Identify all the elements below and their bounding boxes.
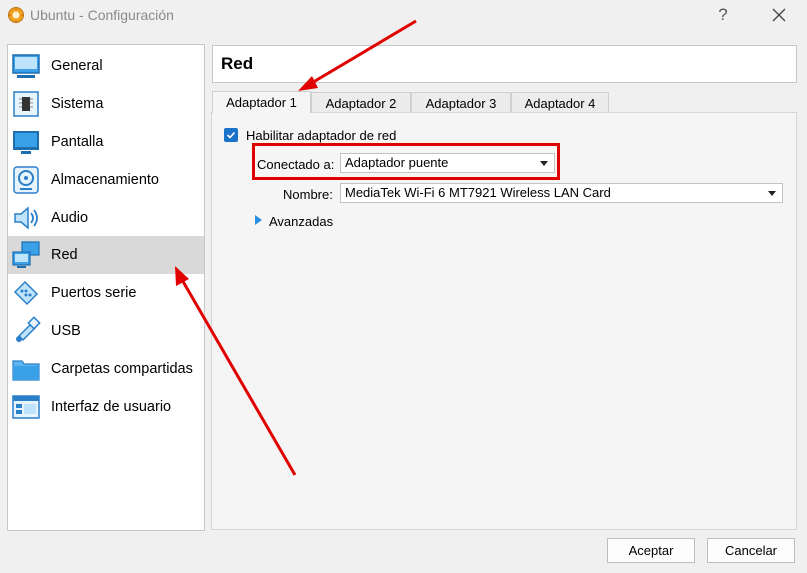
window-title: Ubuntu - Configuración: [30, 7, 174, 23]
sidebar-item-user-interface[interactable]: Interfaz de usuario: [8, 388, 204, 426]
sidebar-item-network[interactable]: Red: [8, 236, 204, 274]
sidebar-item-label: General: [51, 58, 103, 74]
cancel-button[interactable]: Cancelar: [707, 538, 795, 563]
sidebar-item-label: Red: [51, 247, 78, 263]
sidebar-item-audio[interactable]: Audio: [8, 199, 204, 237]
monitor-icon: [12, 54, 40, 78]
tab-adapter-1[interactable]: Adaptador 1: [212, 91, 311, 113]
folder-icon: [12, 360, 40, 381]
close-icon[interactable]: [767, 4, 791, 26]
tab-adapter-2[interactable]: Adaptador 2: [311, 92, 411, 113]
connected-to-label: Conectado a:: [257, 157, 335, 172]
enable-adapter-label: Habilitar adaptador de red: [246, 128, 397, 143]
ui-window-icon: [12, 395, 40, 419]
display-icon: [13, 131, 39, 154]
title-bar: Ubuntu - Configuración ?: [0, 0, 807, 32]
page-title: Red: [221, 54, 254, 73]
sidebar-item-label: Interfaz de usuario: [51, 399, 172, 415]
accept-button[interactable]: Aceptar: [607, 538, 695, 563]
serial-port-icon: [13, 280, 39, 306]
sidebar-item-usb[interactable]: USB: [8, 312, 204, 350]
sidebar-item-storage[interactable]: Almacenamiento: [8, 161, 204, 199]
settings-sidebar: General Sistema Pantalla Almacenamiento: [7, 44, 205, 531]
chevron-down-icon: [768, 191, 776, 196]
tab-panel: [211, 112, 797, 530]
checkmark-icon: [226, 131, 236, 139]
tab-adapter-4[interactable]: Adaptador 4: [511, 92, 609, 113]
sidebar-item-label: Puertos serie: [51, 285, 137, 301]
page-header: Red: [212, 45, 797, 83]
sidebar-item-label: Carpetas compartidas: [51, 361, 193, 377]
advanced-expander[interactable]: Avanzadas: [269, 214, 333, 229]
disk-icon: [13, 166, 39, 194]
expand-arrow-icon[interactable]: [255, 215, 262, 225]
usb-icon: [16, 316, 41, 342]
chip-icon: [13, 91, 39, 117]
sidebar-item-label: Pantalla: [51, 134, 104, 150]
name-value: MediaTek Wi-Fi 6 MT7921 Wireless LAN Car…: [345, 185, 611, 200]
sidebar-item-label: Sistema: [51, 96, 104, 112]
name-label: Nombre:: [283, 187, 333, 202]
chevron-down-icon: [540, 161, 548, 166]
sidebar-item-label: Audio: [51, 210, 89, 226]
sidebar-item-general[interactable]: General: [8, 47, 204, 85]
sidebar-item-label: USB: [51, 323, 81, 339]
sidebar-item-label: Almacenamiento: [51, 172, 159, 188]
network-icon: [12, 241, 40, 268]
name-select[interactable]: MediaTek Wi-Fi 6 MT7921 Wireless LAN Car…: [340, 183, 783, 203]
help-button[interactable]: ?: [712, 4, 734, 26]
sidebar-item-system[interactable]: Sistema: [8, 85, 204, 123]
connected-to-value: Adaptador puente: [345, 155, 449, 170]
speaker-icon: [14, 206, 38, 230]
connected-to-select[interactable]: Adaptador puente: [340, 153, 555, 173]
tab-adapter-3[interactable]: Adaptador 3: [411, 92, 511, 113]
sidebar-item-shared-folders[interactable]: Carpetas compartidas: [8, 350, 204, 388]
sidebar-item-serial-ports[interactable]: Puertos serie: [8, 274, 204, 312]
virtualbox-app-icon: [8, 7, 24, 23]
sidebar-item-display[interactable]: Pantalla: [8, 123, 204, 161]
enable-adapter-checkbox[interactable]: [224, 128, 238, 142]
